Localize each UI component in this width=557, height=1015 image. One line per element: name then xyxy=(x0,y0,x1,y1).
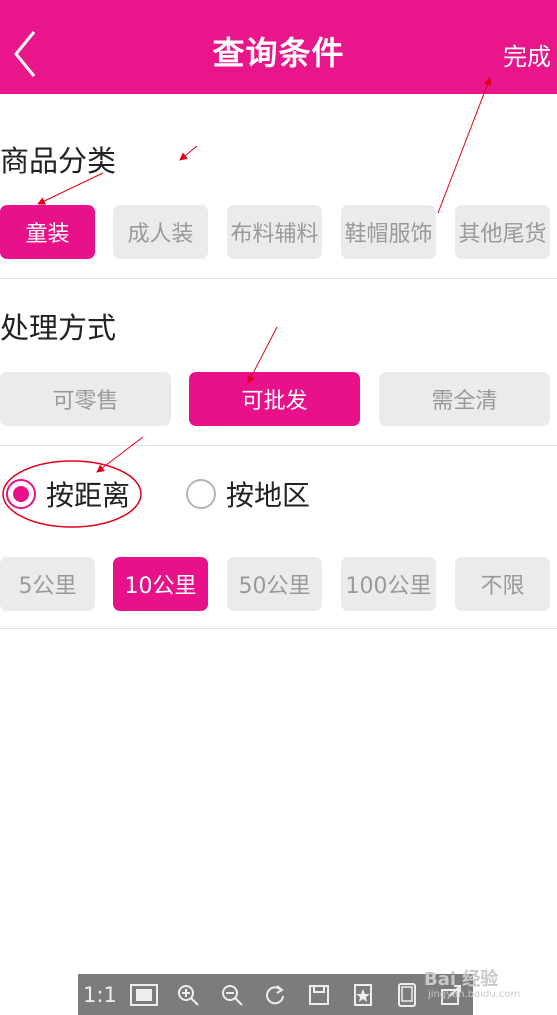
fit-screen-icon[interactable] xyxy=(129,980,159,1010)
tablet-icon[interactable] xyxy=(392,980,422,1010)
distance-chip-0[interactable]: 5公里 xyxy=(0,557,95,611)
distance-chip-3[interactable]: 100公里 xyxy=(341,557,436,611)
distance-chip-4[interactable]: 不限 xyxy=(455,557,550,611)
page-title: 查询条件 xyxy=(212,34,345,72)
category-chip-2[interactable]: 布料辅料 xyxy=(227,205,322,259)
annotation-arrow xyxy=(437,77,492,214)
divider xyxy=(0,628,557,629)
category-chip-0[interactable]: 童装 xyxy=(0,205,95,259)
handling-chip-1[interactable]: 可批发 xyxy=(189,372,360,426)
image-viewer-toolbar: 1:1 xyxy=(78,974,473,1015)
radio-by-distance[interactable]: 按距离 xyxy=(6,466,130,522)
actual-size-button[interactable]: 1:1 xyxy=(83,980,117,1010)
save-icon[interactable] xyxy=(304,980,334,1010)
zoom-in-icon[interactable] xyxy=(173,980,203,1010)
done-button[interactable]: 完成 xyxy=(503,12,551,94)
bookmark-icon[interactable] xyxy=(348,980,378,1010)
rotate-icon[interactable] xyxy=(260,980,290,1010)
category-title: 商品分类 xyxy=(0,144,117,178)
watermark-text: Bai 经验 xyxy=(424,969,499,990)
radio-label: 按距离 xyxy=(46,479,131,512)
watermark-sub: jingyan.baidu.com xyxy=(428,989,521,1000)
location-mode-group: 按距离 按地区 xyxy=(0,466,557,522)
handling-title: 处理方式 xyxy=(0,311,117,345)
handling-chip-2[interactable]: 需全清 xyxy=(379,372,550,426)
radio-unchecked-icon xyxy=(186,479,216,509)
zoom-out-icon[interactable] xyxy=(217,980,247,1010)
category-chip-1[interactable]: 成人装 xyxy=(113,205,208,259)
distance-chip-2[interactable]: 50公里 xyxy=(227,557,322,611)
divider xyxy=(0,445,557,446)
radio-label: 按地区 xyxy=(226,479,311,512)
divider xyxy=(0,278,557,279)
handling-chip-0[interactable]: 可零售 xyxy=(0,372,171,426)
distance-chip-1[interactable]: 10公里 xyxy=(113,557,208,611)
radio-checked-icon xyxy=(6,479,36,509)
category-chip-4[interactable]: 其他尾货 xyxy=(455,205,550,259)
status-bar xyxy=(0,0,557,12)
baidu-watermark: Bai 经验 jingyan.baidu.com xyxy=(424,965,520,1000)
nav-bar: 查询条件 完成 xyxy=(0,12,557,94)
annotation-arrow xyxy=(179,145,198,161)
radio-by-region[interactable]: 按地区 xyxy=(186,466,310,522)
category-chip-3[interactable]: 鞋帽服饰 xyxy=(341,205,436,259)
